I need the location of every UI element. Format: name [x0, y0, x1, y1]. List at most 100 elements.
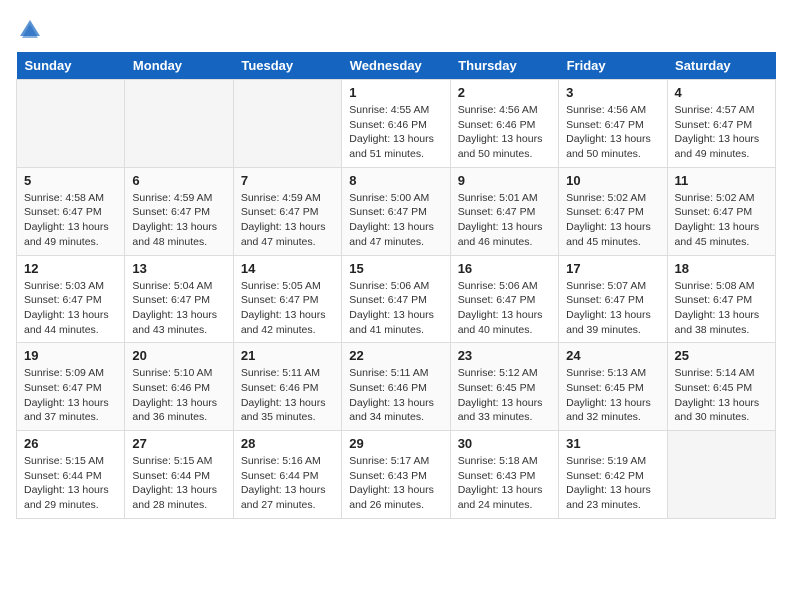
header-wednesday: Wednesday: [342, 52, 450, 80]
calendar-cell: 29Sunrise: 5:17 AMSunset: 6:43 PMDayligh…: [342, 431, 450, 519]
day-number: 19: [24, 348, 117, 363]
calendar-cell: [17, 80, 125, 168]
day-number: 18: [675, 261, 768, 276]
calendar-cell: 11 Sunrise: 5:02 AMSunset: 6:47 PMDayligh…: [667, 167, 775, 255]
day-info: Sunrise: 4:57 AMSunset: 6:47 PMDaylight:…: [675, 103, 768, 162]
day-number: 29: [349, 436, 442, 451]
day-number: 20: [132, 348, 225, 363]
day-info: Sunrise: 5:10 AMSunset: 6:46 PMDaylight:…: [132, 366, 225, 425]
day-number: 9: [458, 173, 551, 188]
day-number: 16: [458, 261, 551, 276]
calendar-cell: 13Sunrise: 5:04 AMSunset: 6:47 PMDayligh…: [125, 255, 233, 343]
day-number: 22: [349, 348, 442, 363]
day-info: Sunrise: 5:02 AMSunset: 6:47 PMDaylight:…: [675, 191, 768, 250]
header-saturday: Saturday: [667, 52, 775, 80]
calendar-cell: 16 Sunrise: 5:06 AMSunset: 6:47 PMDayligh…: [450, 255, 558, 343]
calendar-cell: 8 Sunrise: 5:00 AMSunset: 6:47 PMDaylight…: [342, 167, 450, 255]
day-number: 11: [675, 173, 768, 188]
day-number: 2: [458, 85, 551, 100]
header-sunday: Sunday: [17, 52, 125, 80]
calendar-cell: 30 Sunrise: 5:18 AMSunset: 6:43 PMDayligh…: [450, 431, 558, 519]
calendar-cell: 20 Sunrise: 5:10 AMSunset: 6:46 PMDayligh…: [125, 343, 233, 431]
day-info: Sunrise: 5:03 AMSunset: 6:47 PMDaylight:…: [24, 279, 117, 338]
day-info: Sunrise: 5:06 AMSunset: 6:47 PMDaylight:…: [458, 279, 551, 338]
day-info: Sunrise: 5:13 AMSunset: 6:45 PMDaylight:…: [566, 366, 659, 425]
day-info: Sunrise: 5:11 AMSunset: 6:46 PMDaylight:…: [349, 366, 442, 425]
calendar-cell: 2 Sunrise: 4:56 AMSunset: 6:46 PMDaylight…: [450, 80, 558, 168]
calendar-cell: 25 Sunrise: 5:14 AMSunset: 6:45 PMDayligh…: [667, 343, 775, 431]
calendar-cell: 17Sunrise: 5:07 AMSunset: 6:47 PMDayligh…: [559, 255, 667, 343]
day-info: Sunrise: 5:11 AMSunset: 6:46 PMDaylight:…: [241, 366, 334, 425]
week-row-0: 1Sunrise: 4:55 AMSunset: 6:46 PMDaylight…: [17, 80, 776, 168]
calendar-cell: 26 Sunrise: 5:15 AMSunset: 6:44 PMDayligh…: [17, 431, 125, 519]
logo-icon: [16, 16, 44, 44]
day-info: Sunrise: 5:18 AMSunset: 6:43 PMDaylight:…: [458, 454, 551, 513]
day-info: Sunrise: 5:12 AMSunset: 6:45 PMDaylight:…: [458, 366, 551, 425]
calendar-cell: 7Sunrise: 4:59 AMSunset: 6:47 PMDaylight…: [233, 167, 341, 255]
calendar-cell: 6 Sunrise: 4:59 AMSunset: 6:47 PMDaylight…: [125, 167, 233, 255]
day-info: Sunrise: 4:59 AMSunset: 6:47 PMDaylight:…: [132, 191, 225, 250]
calendar-cell: 4 Sunrise: 4:57 AMSunset: 6:47 PMDaylight…: [667, 80, 775, 168]
day-info: Sunrise: 5:19 AMSunset: 6:42 PMDaylight:…: [566, 454, 659, 513]
day-info: Sunrise: 5:15 AMSunset: 6:44 PMDaylight:…: [24, 454, 117, 513]
day-number: 26: [24, 436, 117, 451]
day-info: Sunrise: 5:01 AMSunset: 6:47 PMDaylight:…: [458, 191, 551, 250]
calendar-cell: [667, 431, 775, 519]
calendar-cell: 12Sunrise: 5:03 AMSunset: 6:47 PMDayligh…: [17, 255, 125, 343]
header-thursday: Thursday: [450, 52, 558, 80]
calendar-cell: 1Sunrise: 4:55 AMSunset: 6:46 PMDaylight…: [342, 80, 450, 168]
week-row-4: 26 Sunrise: 5:15 AMSunset: 6:44 PMDayligh…: [17, 431, 776, 519]
calendar-cell: 22 Sunrise: 5:11 AMSunset: 6:46 PMDayligh…: [342, 343, 450, 431]
calendar-cell: 18Sunrise: 5:08 AMSunset: 6:47 PMDayligh…: [667, 255, 775, 343]
day-info: Sunrise: 4:58 AMSunset: 6:47 PMDaylight:…: [24, 191, 117, 250]
day-number: 4: [675, 85, 768, 100]
calendar-table: SundayMondayTuesdayWednesdayThursdayFrid…: [16, 52, 776, 519]
day-number: 3: [566, 85, 659, 100]
day-number: 5: [24, 173, 117, 188]
calendar-cell: [233, 80, 341, 168]
logo: [16, 16, 48, 44]
day-number: 27: [132, 436, 225, 451]
calendar-cell: 5 Sunrise: 4:58 AMSunset: 6:47 PMDaylight…: [17, 167, 125, 255]
day-info: Sunrise: 5:14 AMSunset: 6:45 PMDaylight:…: [675, 366, 768, 425]
day-number: 31: [566, 436, 659, 451]
calendar-cell: 3Sunrise: 4:56 AMSunset: 6:47 PMDaylight…: [559, 80, 667, 168]
day-number: 1: [349, 85, 442, 100]
day-info: Sunrise: 4:56 AMSunset: 6:46 PMDaylight:…: [458, 103, 551, 162]
day-number: 24: [566, 348, 659, 363]
calendar-cell: 24 Sunrise: 5:13 AMSunset: 6:45 PMDayligh…: [559, 343, 667, 431]
day-info: Sunrise: 4:59 AMSunset: 6:47 PMDaylight:…: [241, 191, 334, 250]
day-number: 14: [241, 261, 334, 276]
calendar-cell: 27 Sunrise: 5:15 AMSunset: 6:44 PMDayligh…: [125, 431, 233, 519]
calendar-cell: 28Sunrise: 5:16 AMSunset: 6:44 PMDayligh…: [233, 431, 341, 519]
day-number: 15: [349, 261, 442, 276]
day-info: Sunrise: 5:00 AMSunset: 6:47 PMDaylight:…: [349, 191, 442, 250]
header-monday: Monday: [125, 52, 233, 80]
day-number: 30: [458, 436, 551, 451]
calendar-cell: 31 Sunrise: 5:19 AMSunset: 6:42 PMDayligh…: [559, 431, 667, 519]
week-row-1: 5 Sunrise: 4:58 AMSunset: 6:47 PMDaylight…: [17, 167, 776, 255]
calendar-cell: 23 Sunrise: 5:12 AMSunset: 6:45 PMDayligh…: [450, 343, 558, 431]
header-row: SundayMondayTuesdayWednesdayThursdayFrid…: [17, 52, 776, 80]
day-number: 13: [132, 261, 225, 276]
calendar-cell: 9 Sunrise: 5:01 AMSunset: 6:47 PMDaylight…: [450, 167, 558, 255]
week-row-2: 12Sunrise: 5:03 AMSunset: 6:47 PMDayligh…: [17, 255, 776, 343]
day-info: Sunrise: 5:15 AMSunset: 6:44 PMDaylight:…: [132, 454, 225, 513]
day-number: 25: [675, 348, 768, 363]
day-info: Sunrise: 5:05 AMSunset: 6:47 PMDaylight:…: [241, 279, 334, 338]
day-number: 23: [458, 348, 551, 363]
calendar-cell: 15Sunrise: 5:06 AMSunset: 6:47 PMDayligh…: [342, 255, 450, 343]
calendar-cell: 21 Sunrise: 5:11 AMSunset: 6:46 PMDayligh…: [233, 343, 341, 431]
header-tuesday: Tuesday: [233, 52, 341, 80]
calendar-cell: 10Sunrise: 5:02 AMSunset: 6:47 PMDayligh…: [559, 167, 667, 255]
header-friday: Friday: [559, 52, 667, 80]
calendar-cell: [125, 80, 233, 168]
day-number: 6: [132, 173, 225, 188]
day-info: Sunrise: 5:02 AMSunset: 6:47 PMDaylight:…: [566, 191, 659, 250]
day-info: Sunrise: 5:16 AMSunset: 6:44 PMDaylight:…: [241, 454, 334, 513]
calendar-cell: 19Sunrise: 5:09 AMSunset: 6:47 PMDayligh…: [17, 343, 125, 431]
day-number: 17: [566, 261, 659, 276]
page-header: [16, 16, 776, 44]
day-number: 21: [241, 348, 334, 363]
day-number: 8: [349, 173, 442, 188]
